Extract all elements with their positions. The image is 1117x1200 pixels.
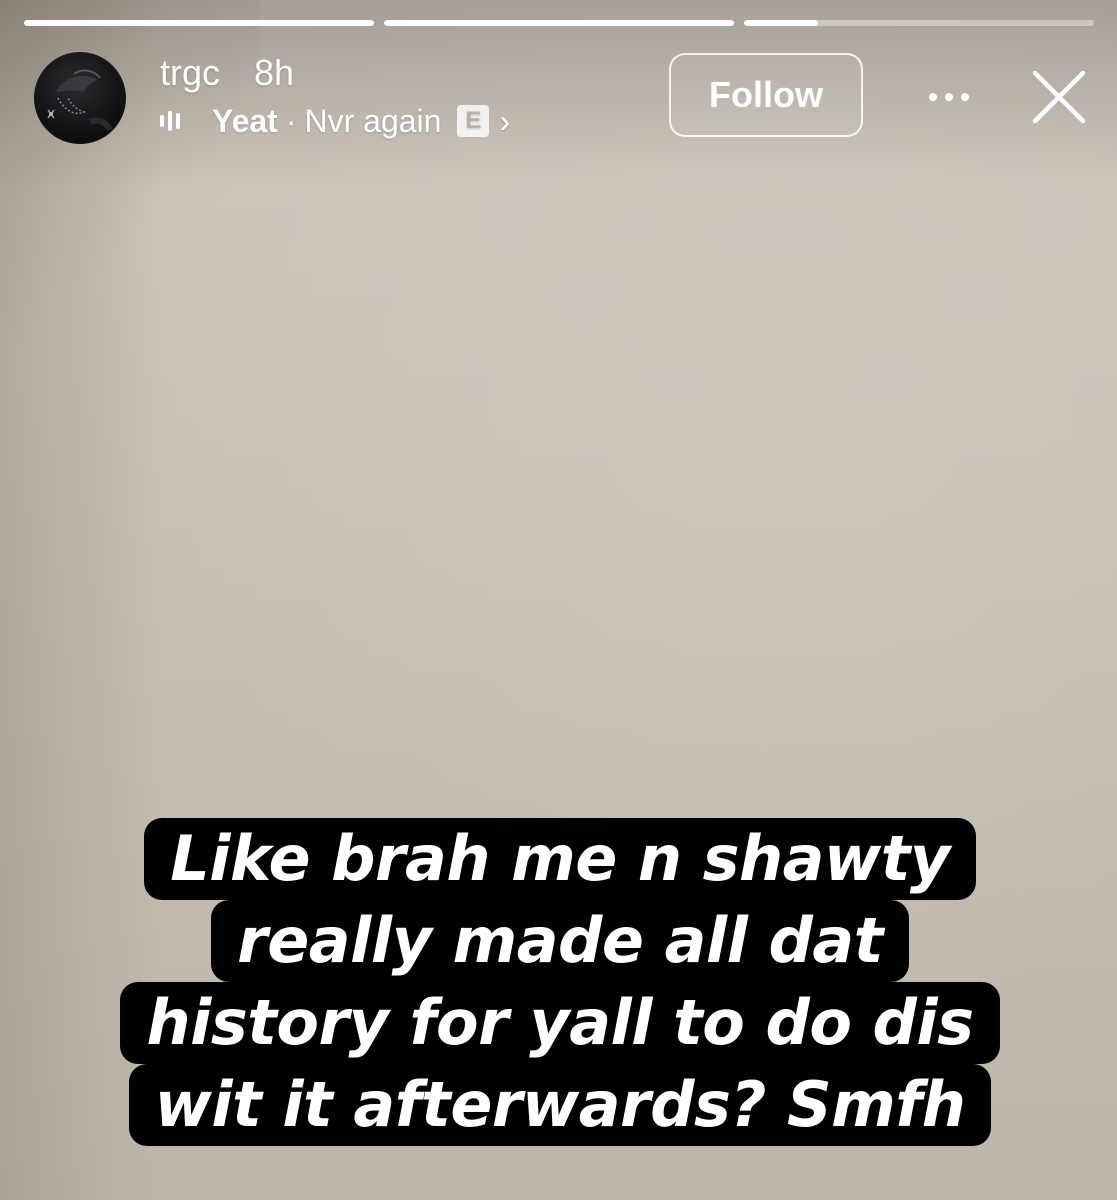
caption-line: wit it afterwards? Smfh [128,1064,992,1146]
progress-segment-fill [384,20,734,26]
progress-segment [744,20,1094,26]
caption-line: Like brah me n shawty [144,818,976,900]
username[interactable]: trgc [160,52,220,94]
story-header: trgc 8h Yeat · Nvr again E › Follow [34,50,1093,145]
audio-bars-icon [160,110,186,132]
close-icon[interactable] [1028,66,1090,128]
progress-segment-fill [744,20,818,26]
story-caption: Like brah me n shawty really made all da… [60,818,1060,1146]
follow-button[interactable]: Follow [669,53,863,137]
story-viewer[interactable]: trgc 8h Yeat · Nvr again E › Follow Like… [0,0,1117,1200]
more-options-icon[interactable] [914,72,984,122]
user-info: trgc 8h Yeat · Nvr again E › [160,52,510,140]
more-dot [945,93,953,101]
caption-line: history for yall to do dis [120,982,1000,1064]
explicit-badge: E [457,105,490,137]
music-artist: Yeat [212,103,278,139]
progress-segment [384,20,734,26]
chevron-right-icon: › [499,103,511,139]
more-dot [961,93,969,101]
avatar[interactable] [34,52,126,144]
music-separator: · [285,103,297,139]
story-progress-bar [24,20,1094,26]
music-sticker-link[interactable]: Yeat · Nvr again E › [160,102,510,140]
music-track: Nvr again [304,103,442,139]
progress-segment [24,20,374,26]
post-time: 8h [254,52,295,93]
avatar-image [47,69,113,132]
user-line: trgc 8h [160,52,510,94]
caption-line: really made all dat [211,900,909,982]
more-dot [929,93,937,101]
progress-segment-fill [24,20,374,26]
